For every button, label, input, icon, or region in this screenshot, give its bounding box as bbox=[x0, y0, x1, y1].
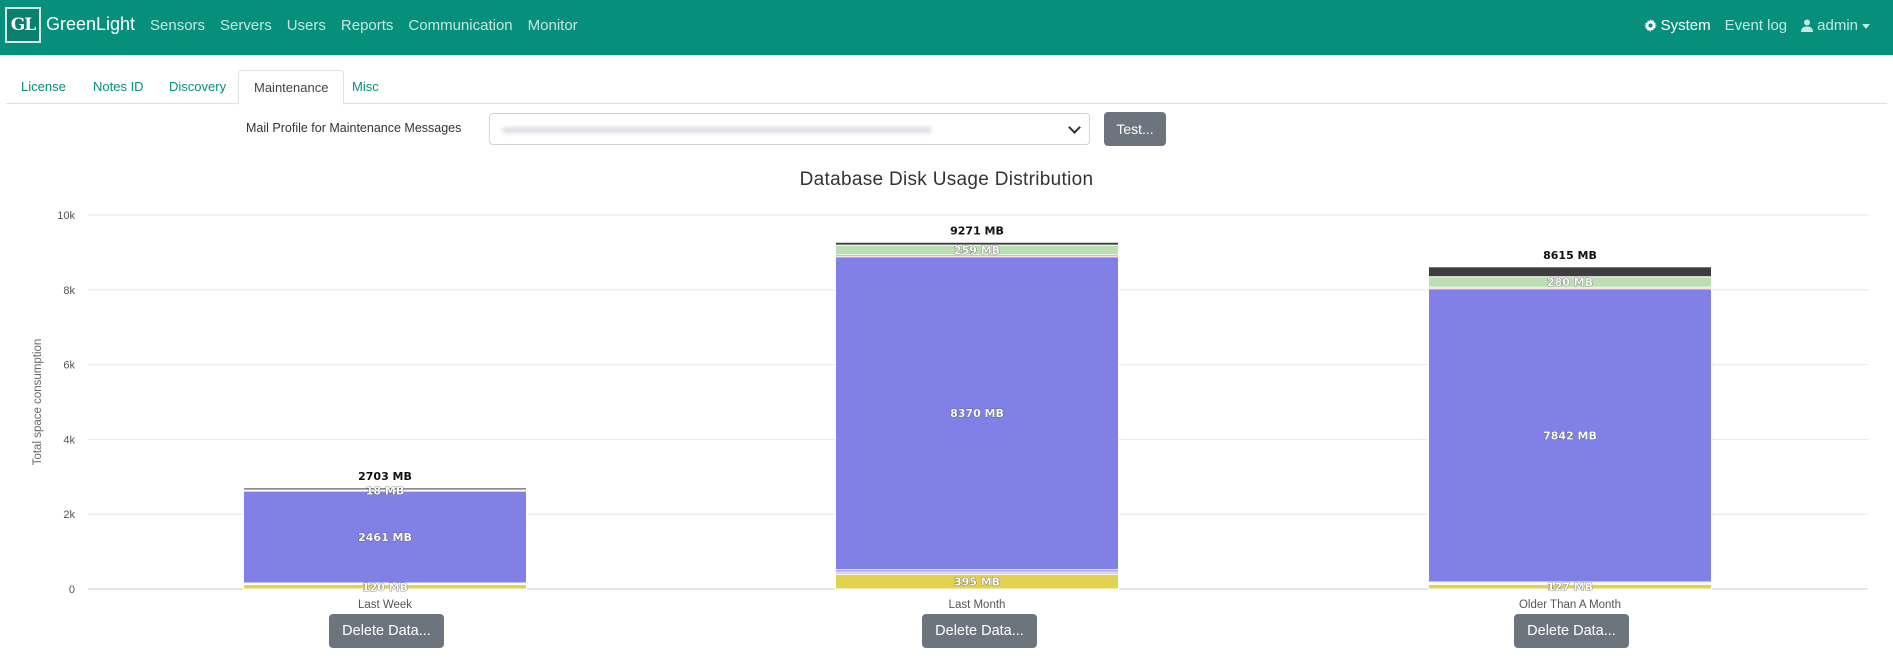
y-tick-label: 2k bbox=[63, 509, 75, 521]
data-label: 8370 MB bbox=[950, 407, 1004, 420]
data-label: 127 MB bbox=[1547, 581, 1593, 594]
delete-data-last-week-button[interactable]: Delete Data... bbox=[329, 614, 444, 648]
x-tick-label: Last Month bbox=[949, 599, 1006, 610]
y-tick-label: 4k bbox=[63, 434, 75, 446]
y-tick-label: 8k bbox=[63, 285, 75, 297]
data-label: 280 MB bbox=[1547, 276, 1593, 289]
total-label: 2703 MB bbox=[358, 470, 412, 483]
delete-data-last-month-button[interactable]: Delete Data... bbox=[922, 614, 1037, 648]
y-axis-label: Total space consumption bbox=[32, 339, 44, 466]
data-label: 2461 MB bbox=[358, 531, 412, 544]
total-label: 8615 MB bbox=[1543, 249, 1597, 262]
data-label: 259 MB bbox=[954, 244, 1000, 257]
delete-data-older-button[interactable]: Delete Data... bbox=[1514, 614, 1629, 648]
y-tick-label: 6k bbox=[63, 360, 75, 372]
y-tick-label: 10k bbox=[57, 210, 75, 222]
y-tick-label: 0 bbox=[69, 584, 75, 596]
disk-usage-chart: 0 2k 4k 6k 8k 10k Total space consumption 120 M… bbox=[32, 210, 1868, 610]
x-tick-label: Last Week bbox=[358, 599, 412, 610]
data-label: 7842 MB bbox=[1543, 429, 1597, 442]
total-label: 9271 MB bbox=[950, 224, 1004, 237]
x-tick-label: Older Than A Month bbox=[1519, 599, 1621, 610]
data-label: 395 MB bbox=[954, 576, 1000, 589]
data-label: 120 MB bbox=[362, 581, 408, 594]
data-label: 18 MB bbox=[366, 484, 404, 497]
